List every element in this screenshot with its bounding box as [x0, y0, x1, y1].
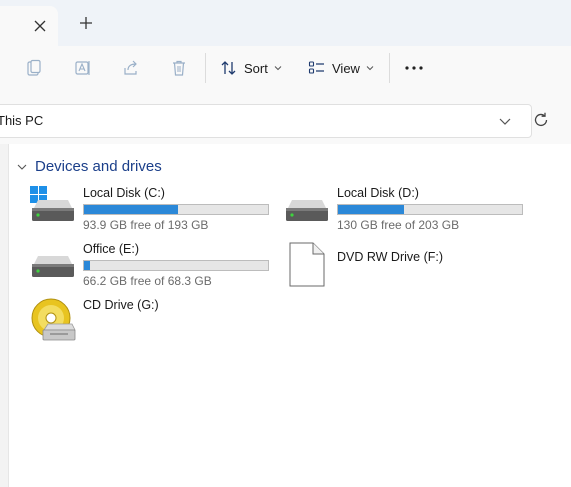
drive-name: Local Disk (D:) — [337, 186, 419, 200]
chevron-down-icon — [366, 66, 374, 71]
drive-free-space: 66.2 GB free of 68.3 GB — [83, 274, 212, 288]
tab-strip — [0, 0, 571, 46]
close-icon[interactable] — [30, 16, 50, 36]
refresh-icon[interactable] — [532, 111, 550, 129]
drive-free-space: 130 GB free of 203 GB — [337, 218, 460, 232]
drive-name: Local Disk (C:) — [83, 186, 165, 200]
chevron-down-icon[interactable] — [497, 113, 513, 129]
drive-free-space: 93.9 GB free of 193 GB — [83, 218, 209, 232]
copy-icon[interactable] — [22, 56, 46, 80]
drive-item[interactable]: CD Drive (G:) — [30, 298, 280, 348]
share-icon[interactable] — [119, 56, 143, 80]
more-options-icon[interactable] — [402, 56, 426, 80]
delete-icon[interactable] — [167, 56, 191, 80]
view-icon — [308, 61, 324, 74]
toolbar-divider — [205, 53, 206, 83]
drive-name: Office (E:) — [83, 242, 140, 256]
address-path: This PC — [0, 113, 44, 128]
new-tab-button[interactable] — [76, 13, 96, 33]
drive-item[interactable]: DVD RW Drive (F:) — [284, 242, 534, 292]
drive-usage-fill — [84, 205, 178, 214]
windows-drive-icon — [30, 186, 74, 221]
hard-drive-icon — [32, 256, 74, 277]
drive-usage-fill — [338, 205, 405, 214]
drive-usage-bar — [337, 204, 523, 215]
dvd-drive-icon — [289, 242, 325, 287]
drive-item[interactable]: Local Disk (D:) 130 GB free of 203 GB — [284, 186, 534, 236]
command-bar: Sort View — [0, 46, 571, 95]
drive-name: DVD RW Drive (F:) — [337, 250, 444, 264]
drive-usage-bar — [83, 204, 269, 215]
address-bar[interactable]: This PC — [0, 104, 532, 138]
chevron-down-icon — [17, 164, 27, 170]
drive-item[interactable]: Office (E:) 66.2 GB free of 68.3 GB — [30, 242, 280, 292]
plus-icon — [80, 17, 92, 29]
drive-usage-fill — [84, 261, 90, 270]
drive-name: CD Drive (G:) — [83, 298, 159, 312]
sort-button[interactable]: Sort — [220, 54, 282, 82]
drive-usage-bar — [83, 260, 269, 271]
navigation-pane[interactable] — [0, 144, 9, 487]
sort-label: Sort — [244, 60, 268, 76]
view-button[interactable]: View — [308, 54, 374, 82]
view-label: View — [332, 60, 360, 76]
tab-this-pc[interactable] — [0, 6, 58, 46]
devices-section-header[interactable]: Devices and drives — [17, 158, 162, 175]
chevron-down-icon — [274, 66, 282, 71]
address-row: This PC — [0, 94, 571, 144]
hard-drive-icon — [286, 200, 328, 221]
rename-icon[interactable] — [71, 56, 95, 80]
toolbar-divider — [389, 53, 390, 83]
content-pane: Devices and drives Local Disk (C:) 93.9 … — [9, 144, 571, 487]
drive-item[interactable]: Local Disk (C:) 93.9 GB free of 193 GB — [30, 186, 280, 236]
sort-icon — [221, 61, 236, 75]
cd-drive-icon — [31, 298, 76, 341]
section-title: Devices and drives — [35, 158, 162, 175]
